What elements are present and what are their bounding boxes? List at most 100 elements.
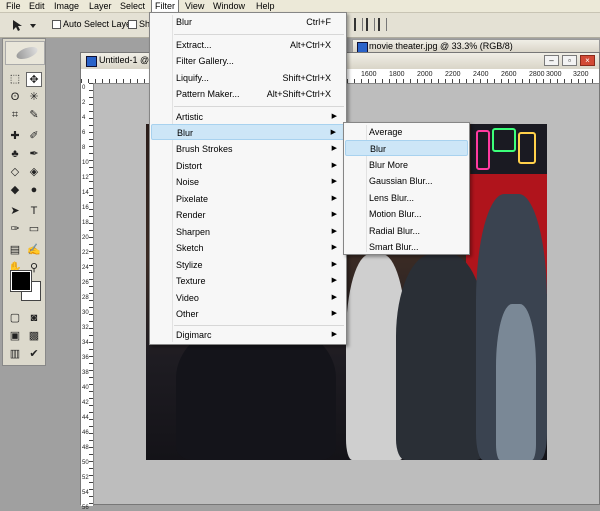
menu-item-pattern-maker[interactable]: Pattern Maker... Alt+Shift+Ctrl+X	[151, 86, 345, 102]
menu-view[interactable]: View	[182, 0, 207, 12]
magic-wand-icon[interactable]: ✳	[26, 90, 42, 105]
ruler-label: 34	[82, 340, 89, 346]
submenu-item-blur[interactable]: Blur	[345, 140, 468, 156]
menu-item-render[interactable]: Render ▶	[151, 207, 345, 223]
quick-mask-off-icon[interactable]: ▢	[7, 311, 23, 326]
clone-stamp-icon[interactable]: ♣	[7, 147, 23, 162]
menu-item-filter-gallery[interactable]: Filter Gallery...	[151, 53, 345, 69]
submenu-arrow-icon: ▶	[331, 162, 337, 169]
eraser-tool-icon[interactable]: ◇	[7, 165, 23, 180]
screen-mode-icon[interactable]: ▣	[7, 329, 23, 344]
lasso-tool-icon[interactable]: ʘ	[7, 90, 23, 105]
ruler-label: 2400	[473, 71, 489, 78]
menu-item-liquify[interactable]: Liquify... Shift+Ctrl+X	[151, 70, 345, 86]
slice-tool-icon[interactable]: ✎	[26, 108, 42, 123]
marquee-tool-icon[interactable]: ⬚	[7, 72, 23, 87]
minimize-button[interactable]: –	[544, 55, 559, 66]
shape-tool-icon[interactable]: ▭	[26, 222, 42, 237]
align-left-icon[interactable]	[354, 18, 363, 31]
jump-to-icon[interactable]: ✔	[26, 347, 42, 362]
menu-layer[interactable]: Layer	[86, 0, 115, 12]
person	[396, 254, 486, 460]
menu-item-label: Sharpen	[176, 227, 211, 237]
ruler-label: 18	[82, 220, 89, 226]
align-buttons	[354, 18, 387, 31]
menu-item-distort[interactable]: Distort ▶	[151, 158, 345, 174]
brush-tool-icon[interactable]: ✐	[26, 129, 42, 144]
document-title: movie theater.jpg @ 33.3% (RGB/8)	[369, 41, 513, 51]
ruler-label: 4	[82, 115, 86, 121]
menu-item-shortcut: Shift+Ctrl+X	[282, 73, 331, 83]
submenu-item-gaussian-blur[interactable]: Gaussian Blur...	[345, 173, 468, 189]
menu-item-last-filter[interactable]: Blur Ctrl+F	[151, 14, 345, 30]
submenu-item-radial-blur[interactable]: Radial Blur...	[345, 223, 468, 239]
menu-item-blur[interactable]: Blur ▶	[151, 124, 345, 140]
menu-edit[interactable]: Edit	[26, 0, 48, 12]
menu-item-label: Brush Strokes	[176, 144, 233, 154]
menu-file[interactable]: File	[3, 0, 24, 12]
submenu-item-smart-blur[interactable]: Smart Blur...	[345, 239, 468, 255]
crop-tool-icon[interactable]: ⌗	[7, 108, 23, 123]
menu-item-artistic[interactable]: Artistic ▶	[151, 109, 345, 125]
move-tool-icon[interactable]: ✥	[26, 72, 42, 87]
ruler-label: 26	[82, 280, 89, 286]
blur-tool-icon[interactable]: ◆	[7, 183, 23, 198]
full-screen-mode-icon[interactable]: ▩	[26, 329, 42, 344]
document-tab-movie-theater[interactable]: movie theater.jpg @ 33.3% (RGB/8)	[352, 39, 600, 53]
menu-window[interactable]: Window	[210, 0, 248, 12]
eyedropper-icon[interactable]: ✍	[26, 243, 42, 258]
menu-select[interactable]: Select	[117, 0, 148, 12]
paint-bucket-icon[interactable]: ◈	[26, 165, 42, 180]
menu-item-shortcut: Alt+Shift+Ctrl+X	[266, 89, 331, 99]
dodge-tool-icon[interactable]: ●	[26, 183, 42, 198]
submenu-arrow-icon: ▶	[331, 277, 337, 284]
menu-item-shortcut: Ctrl+F	[306, 17, 331, 27]
submenu-item-motion-blur[interactable]: Motion Blur...	[345, 206, 468, 222]
submenu-item-average[interactable]: Average	[345, 124, 468, 140]
healing-brush-icon[interactable]: ✚	[7, 129, 23, 144]
notes-tool-icon[interactable]: ▤	[7, 243, 23, 258]
align-center-icon[interactable]	[366, 18, 375, 31]
ruler-label: 20	[82, 235, 89, 241]
menu-item-extract[interactable]: Extract... Alt+Ctrl+X	[151, 37, 345, 53]
submenu-item-lens-blur[interactable]: Lens Blur...	[345, 190, 468, 206]
menu-item-sharpen[interactable]: Sharpen ▶	[151, 224, 345, 240]
imageready-icon[interactable]: ▥	[7, 347, 23, 362]
menu-item-noise[interactable]: Noise ▶	[151, 174, 345, 190]
tool-preset-picker[interactable]	[10, 18, 38, 32]
feather-logo-icon	[14, 44, 40, 62]
align-right-icon[interactable]	[378, 18, 387, 31]
ruler-label: 48	[82, 445, 89, 451]
quick-mask-on-icon[interactable]: ◙	[26, 311, 42, 326]
menu-item-brush-strokes[interactable]: Brush Strokes ▶	[151, 141, 345, 157]
menu-item-other[interactable]: Other ▶	[151, 306, 345, 322]
foreground-color-swatch[interactable]	[10, 270, 32, 292]
auto-select-layer-checkbox[interactable]	[52, 20, 61, 29]
path-selection-icon[interactable]: ➤	[7, 204, 23, 219]
menu-item-label: Artistic	[176, 112, 203, 122]
menu-item-label: Filter Gallery...	[176, 56, 234, 66]
maximize-button[interactable]: ▫	[562, 55, 577, 66]
submenu-arrow-icon: ▶	[331, 244, 337, 251]
menu-item-video[interactable]: Video ▶	[151, 290, 345, 306]
close-button[interactable]: ×	[580, 55, 595, 66]
menu-item-label: Lens Blur...	[369, 193, 415, 203]
pen-tool-icon[interactable]: ✑	[7, 222, 23, 237]
menu-image[interactable]: Image	[51, 0, 82, 12]
type-tool-icon[interactable]: T	[26, 204, 42, 219]
menu-item-sketch[interactable]: Sketch ▶	[151, 240, 345, 256]
menu-item-digimarc[interactable]: Digimarc ▶	[151, 327, 345, 343]
menu-item-stylize[interactable]: Stylize ▶	[151, 257, 345, 273]
submenu-item-blur-more[interactable]: Blur More	[345, 157, 468, 173]
menu-item-texture[interactable]: Texture ▶	[151, 273, 345, 289]
move-tool-icon	[13, 20, 36, 31]
history-brush-icon[interactable]: ✒	[26, 147, 42, 162]
ruler-label: 22	[82, 250, 89, 256]
show-bounding-box-checkbox[interactable]	[128, 20, 137, 29]
auto-select-layer-label: Auto Select Layer	[63, 19, 135, 29]
ruler-label: 38	[82, 370, 89, 376]
menu-help[interactable]: Help	[253, 0, 278, 12]
menu-item-shortcut: Alt+Ctrl+X	[289, 40, 331, 50]
menu-item-pixelate[interactable]: Pixelate ▶	[151, 191, 345, 207]
submenu-arrow-icon: ▶	[331, 261, 337, 268]
